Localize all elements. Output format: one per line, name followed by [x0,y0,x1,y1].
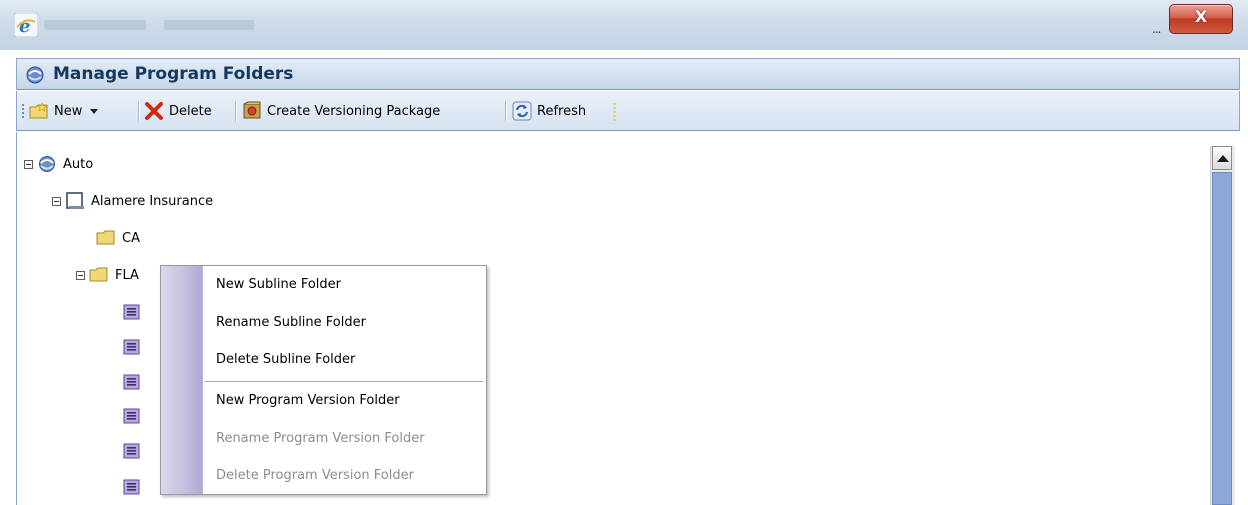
toolbar-separator [505,101,507,121]
subline-folder-icon [123,339,140,355]
tree-node-subline[interactable] [122,440,142,462]
collapse-icon[interactable] [24,159,33,169]
toolbar: New Delete Create Versioning Package Ref… [16,91,1240,131]
folder-icon [96,230,115,245]
close-icon: X [1194,7,1208,26]
tree-node-label: Auto [63,156,94,172]
menu-item-delete-subline-folder[interactable]: Delete Subline Folder [216,352,355,372]
scroll-up-button[interactable] [1212,146,1232,170]
page-title: Manage Program Folders [53,64,294,84]
toolbar-grip[interactable] [22,104,24,120]
subline-folder-icon [123,408,140,424]
create-versioning-package-label: Create Versioning Package [267,103,441,119]
menu-item-rename-program-version-folder: Rename Program Version Folder [216,431,425,446]
delete-button[interactable]: Delete [144,99,212,123]
tree-node-label: FLA [115,267,139,283]
refresh-button-label: Refresh [537,103,587,119]
delete-button-label: Delete [169,103,212,119]
package-icon [243,101,261,119]
collapse-icon[interactable] [76,270,85,280]
menu-item-new-subline-folder[interactable]: New Subline Folder [216,277,341,297]
blurred-tabs [44,20,344,30]
company-icon [66,192,84,209]
tree-node-alamere-insurance[interactable]: Alamere Insurance [52,190,213,212]
collapse-icon[interactable] [52,196,61,206]
close-button[interactable]: X [1169,4,1233,34]
window-title-bar: e ... X [0,0,1248,50]
internet-explorer-icon: e [14,13,38,37]
tree-node-subline[interactable] [122,476,142,498]
svg-text:e: e [19,16,30,37]
line-of-business-icon [39,156,55,172]
delete-icon [145,102,163,120]
subline-folder-icon [123,304,140,320]
folder-icon [89,267,108,282]
context-menu-gutter [161,266,203,494]
subline-folder-icon [123,374,140,390]
tree-node-subline[interactable] [122,301,142,323]
panel-header: Manage Program Folders [16,58,1240,90]
refresh-button[interactable]: Refresh [512,99,586,123]
refresh-icon [512,101,532,121]
chevron-down-icon [90,109,99,114]
tree-node-subline[interactable] [122,336,142,358]
menu-item-rename-subline-folder[interactable]: Rename Subline Folder [216,315,366,335]
context-menu: New Subline Folder Rename Subline Folder… [160,265,487,495]
tree-node-auto[interactable]: Auto [24,153,93,175]
vertical-scrollbar[interactable] [1210,146,1235,505]
subline-folder-icon [123,443,140,459]
tree-node-label: CA [122,230,140,246]
toolbar-separator [138,101,140,121]
program-folders-icon [26,66,44,84]
tree-node-subline[interactable] [122,405,142,427]
tree-node-fla[interactable]: FLA [76,264,139,286]
create-versioning-package-button[interactable]: Create Versioning Package [242,99,440,123]
menu-divider [205,381,483,382]
overflow-dots: ... [1152,22,1162,36]
new-button[interactable]: New [29,99,106,123]
new-button-label: New [54,103,83,119]
toolbar-overflow-grip[interactable] [613,103,616,123]
subline-folder-icon [123,479,140,495]
tree-node-subline[interactable] [122,371,142,393]
tree-node-ca[interactable]: CA [96,227,140,249]
menu-item-new-program-version-folder[interactable]: New Program Version Folder [216,393,400,413]
menu-item-delete-program-version-folder: Delete Program Version Folder [216,468,414,483]
tree-node-label: Alamere Insurance [91,193,214,209]
scroll-thumb[interactable] [1212,172,1232,505]
new-folder-icon [29,102,48,119]
toolbar-separator [235,101,237,121]
